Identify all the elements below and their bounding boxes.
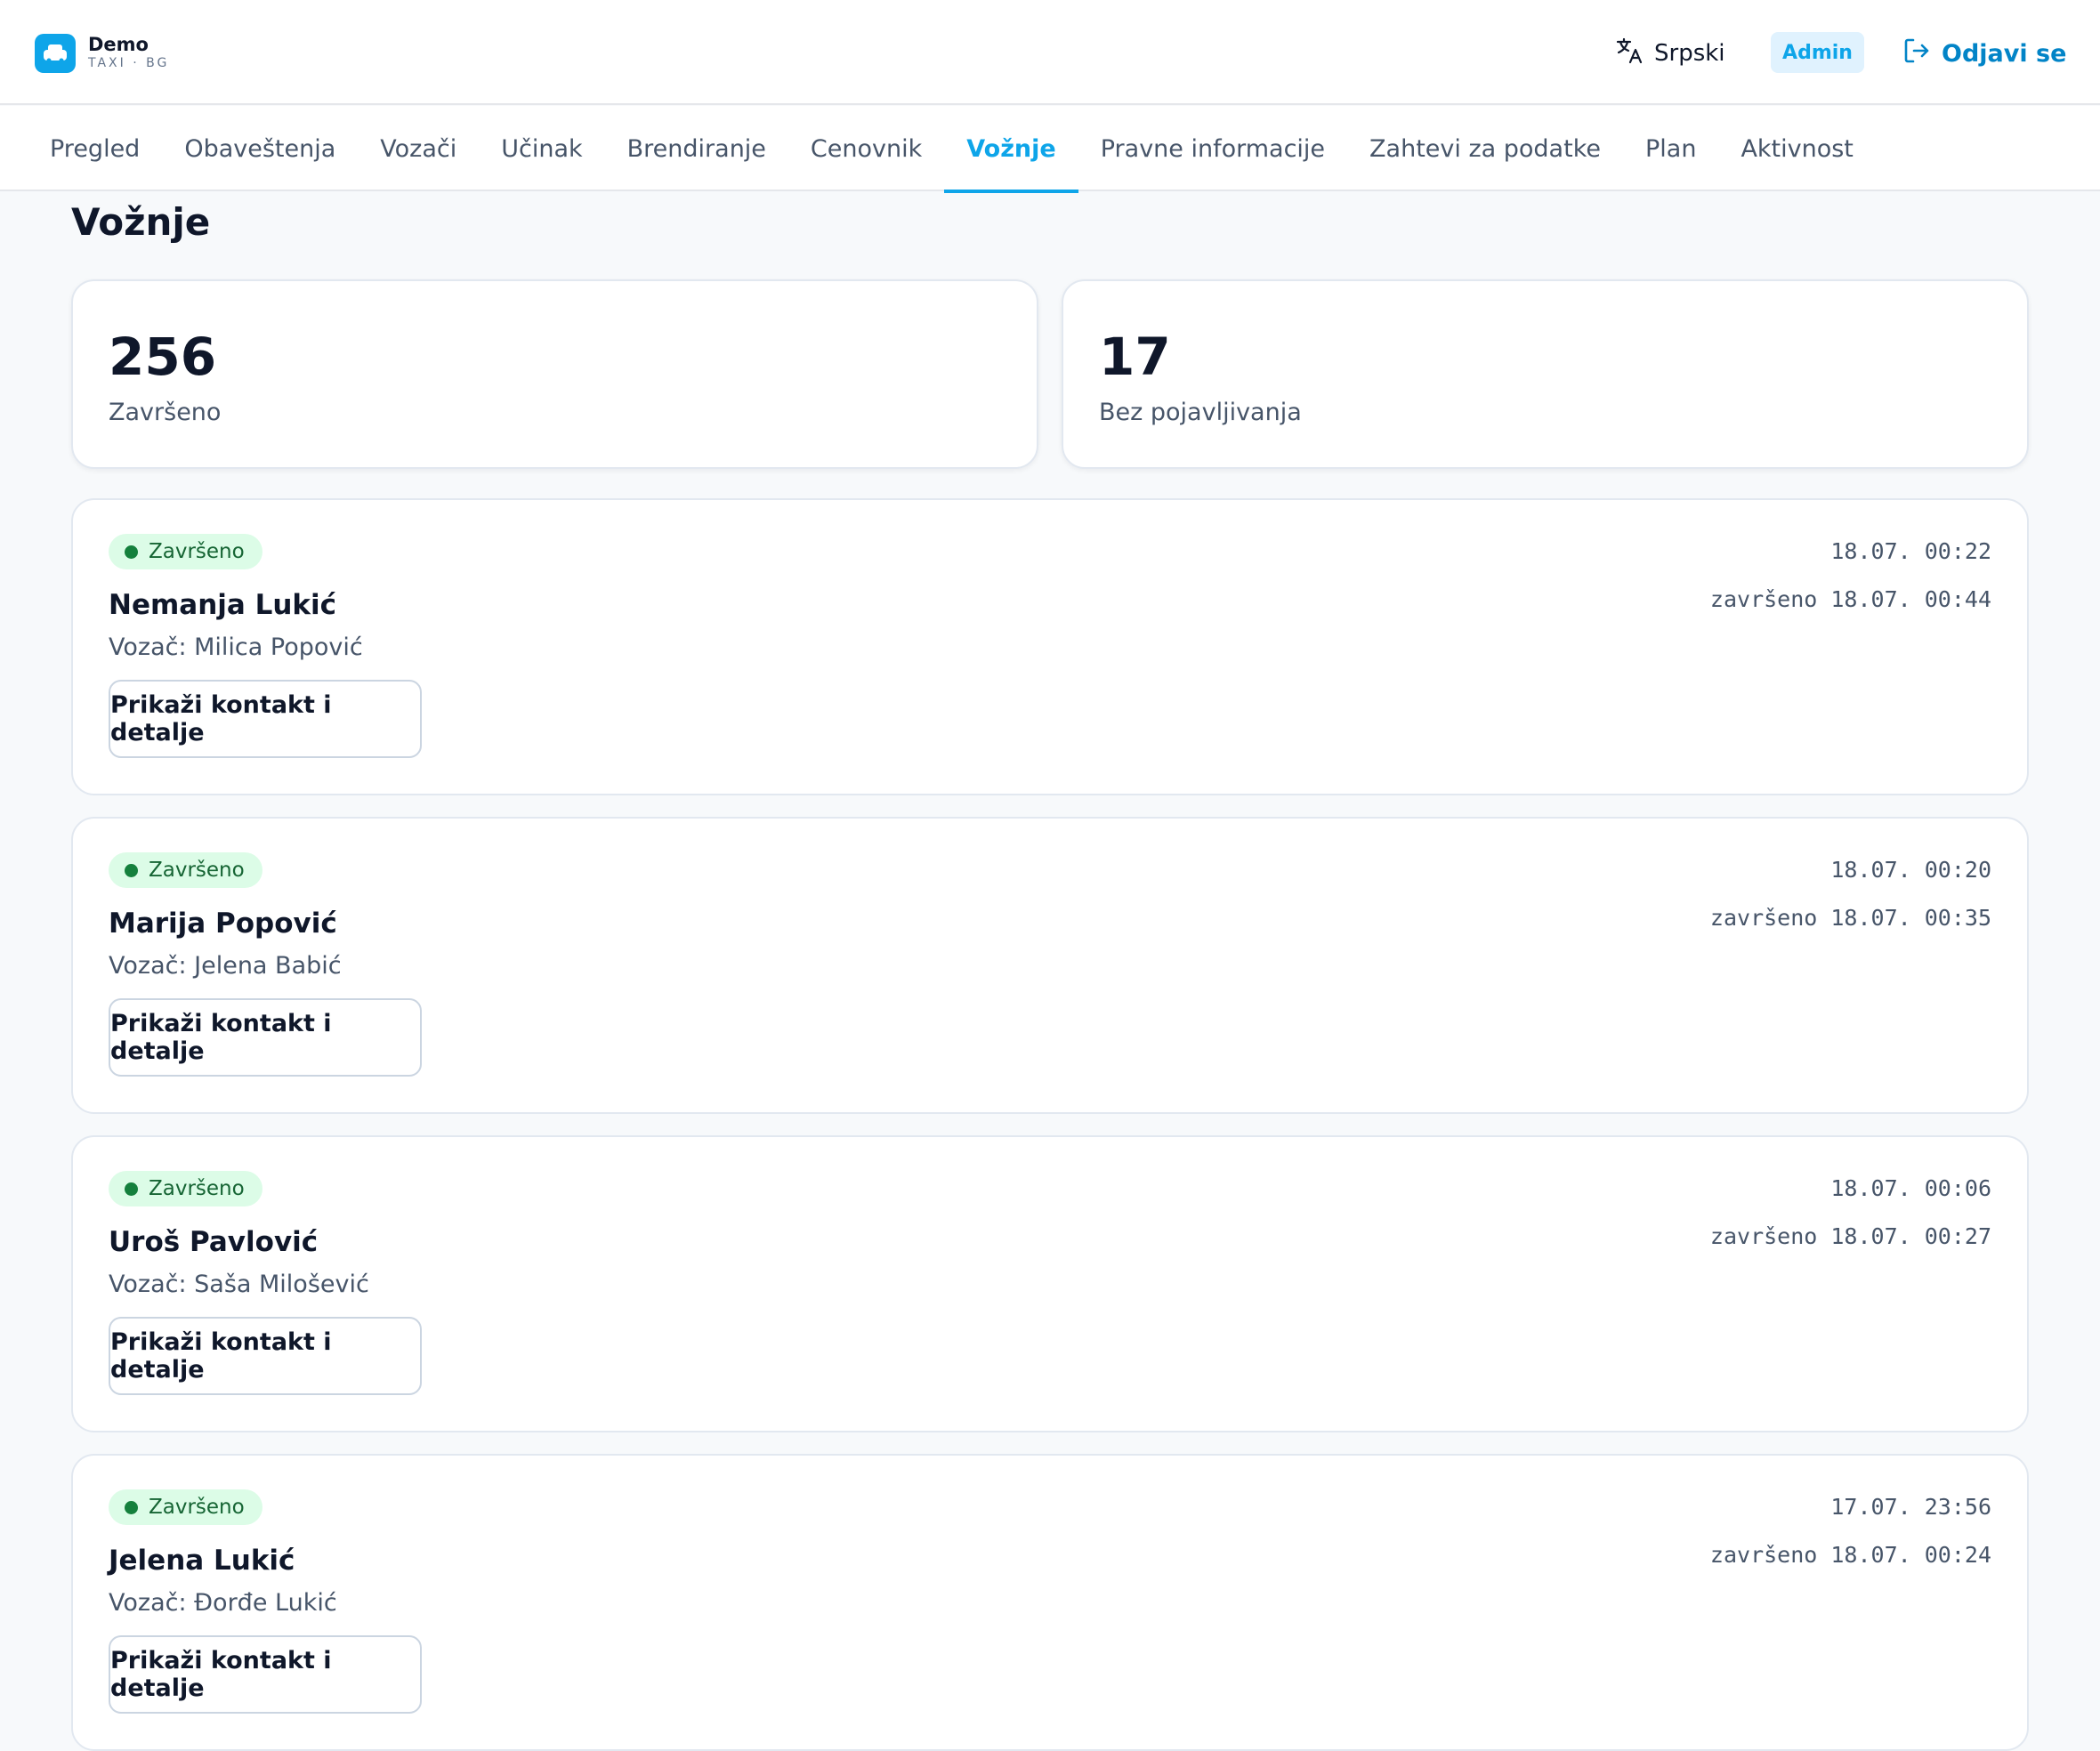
logout-icon	[1902, 36, 1931, 71]
passenger-name: Marija Popović	[109, 908, 337, 940]
translate-icon	[1615, 36, 1644, 71]
ride-finished-time: završeno 18.07. 00:35	[1709, 905, 1991, 931]
ride-card: Završeno Nemanja Lukić Vozač: Milica Pop…	[71, 498, 2029, 795]
stat-value: 17	[1099, 327, 1171, 387]
status-label: Završeno	[149, 540, 245, 563]
ride-finished-time: završeno 18.07. 00:27	[1709, 1223, 1991, 1249]
ride-start-time: 18.07. 00:06	[1830, 1175, 1991, 1201]
status-badge: Završeno	[109, 1489, 262, 1525]
driver-name: Vozač: Saša Milošević	[109, 1271, 369, 1298]
tab-vozaci[interactable]: Vozači	[358, 106, 479, 191]
brand-subtitle: TAXI · BG	[88, 56, 170, 70]
stat-label: Završeno	[109, 399, 222, 426]
page-title: Vožnje	[71, 200, 211, 244]
status-badge: Završeno	[109, 534, 262, 569]
ride-start-time: 18.07. 00:20	[1830, 857, 1991, 883]
passenger-name: Nemanja Lukić	[109, 589, 337, 621]
status-label: Završeno	[149, 1496, 245, 1519]
tab-brendiranje[interactable]: Brendiranje	[605, 106, 788, 191]
stat-card-no-show: 17 Bez pojavljivanja	[1062, 279, 2029, 469]
status-dot-icon	[125, 863, 138, 877]
tab-voznje[interactable]: Vožnje	[944, 106, 1079, 193]
status-label: Završeno	[149, 1177, 245, 1200]
status-dot-icon	[125, 1500, 138, 1514]
ride-finished-time: završeno 18.07. 00:24	[1709, 1542, 1991, 1568]
status-badge: Završeno	[109, 1171, 262, 1206]
status-label: Završeno	[149, 859, 245, 882]
tab-obavestenja[interactable]: Obaveštenja	[162, 106, 358, 191]
tab-cenovnik[interactable]: Cenovnik	[788, 106, 944, 191]
tab-ucinak[interactable]: Učinak	[479, 106, 604, 191]
language-label: Srpski	[1654, 40, 1725, 67]
stat-card-completed: 256 Završeno	[71, 279, 1038, 469]
tab-pregled[interactable]: Pregled	[28, 106, 162, 191]
show-details-button[interactable]: Prikaži kontakt i detalje	[109, 1635, 422, 1714]
passenger-name: Uroš Pavlović	[109, 1226, 319, 1258]
brand-name[interactable]: Demo	[88, 33, 149, 56]
ride-card: Završeno Marija Popović Vozač: Jelena Ba…	[71, 817, 2029, 1114]
logout-button[interactable]: Odjavi se	[1902, 34, 2066, 73]
ride-card: Završeno Uroš Pavlović Vozač: Saša Miloš…	[71, 1135, 2029, 1432]
stat-label: Bez pojavljivanja	[1099, 399, 1302, 426]
show-details-button[interactable]: Prikaži kontakt i detalje	[109, 680, 422, 758]
passenger-name: Jelena Lukić	[109, 1545, 295, 1577]
show-details-button[interactable]: Prikaži kontakt i detalje	[109, 1317, 422, 1395]
logout-label: Odjavi se	[1942, 39, 2067, 68]
status-badge: Završeno	[109, 852, 262, 888]
taxi-car-icon[interactable]	[35, 34, 76, 73]
tab-plan[interactable]: Plan	[1623, 106, 1718, 191]
tab-pravne-informacije[interactable]: Pravne informacije	[1078, 106, 1347, 191]
show-details-button[interactable]: Prikaži kontakt i detalje	[109, 998, 422, 1077]
main-nav: Pregled Obaveštenja Vozači Učinak Brendi…	[0, 106, 2100, 193]
top-bar: Demo TAXI · BG Srpski Admin Odjavi se	[0, 0, 2100, 105]
tab-zahtevi-za-podatke[interactable]: Zahtevi za podatke	[1347, 106, 1623, 191]
ride-finished-time: završeno 18.07. 00:44	[1709, 586, 1991, 612]
status-dot-icon	[125, 545, 138, 559]
stat-value: 256	[109, 327, 217, 387]
driver-name: Vozač: Đorđe Lukić	[109, 1589, 337, 1617]
ride-card: Završeno Jelena Lukić Vozač: Đorđe Lukić…	[71, 1454, 2029, 1751]
ride-start-time: 18.07. 00:22	[1830, 538, 1991, 564]
driver-name: Vozač: Jelena Babić	[109, 952, 342, 980]
language-switcher[interactable]: Srpski	[1615, 34, 1725, 73]
role-badge: Admin	[1771, 32, 1864, 73]
ride-start-time: 17.07. 23:56	[1830, 1494, 1991, 1520]
tab-aktivnost[interactable]: Aktivnost	[1718, 106, 1875, 191]
status-dot-icon	[125, 1182, 138, 1196]
driver-name: Vozač: Milica Popović	[109, 633, 363, 661]
